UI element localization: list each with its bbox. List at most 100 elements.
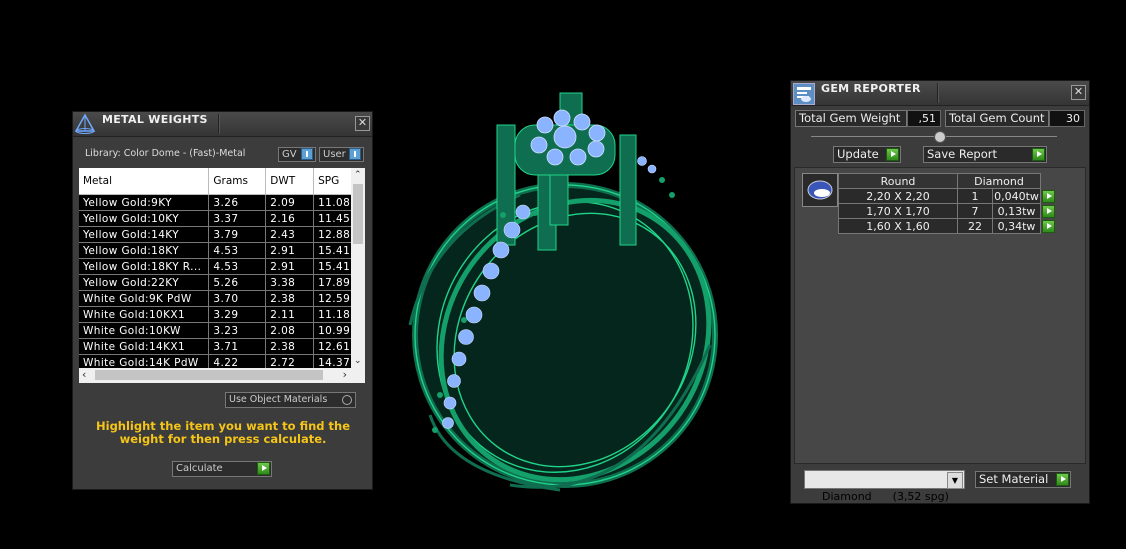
shank-gem bbox=[465, 306, 483, 324]
update-button[interactable]: Update bbox=[833, 146, 901, 163]
gem-report-area: Round Diamond 2,20 X 2,20 1 0,040tw 1,70 X … bbox=[794, 167, 1086, 464]
table-row[interactable]: Yellow Gold:9KY 3.26 2.09 11.08 bbox=[79, 194, 365, 211]
gv-switch-icon bbox=[301, 148, 313, 160]
gem-row-select-icon[interactable] bbox=[1042, 219, 1055, 233]
shank-gem bbox=[443, 396, 457, 410]
col-diamond: Diamond bbox=[957, 173, 1041, 189]
halo-gem bbox=[573, 113, 591, 131]
table-row[interactable]: Yellow Gold:18KY 4.53 2.91 15.41 bbox=[79, 242, 365, 259]
gem-cell: 1,70 X 1,70 bbox=[838, 203, 958, 219]
scroll-right-icon[interactable]: › bbox=[343, 368, 347, 381]
gem-row-select-icon[interactable] bbox=[1042, 189, 1055, 203]
gem-reporter-panel: GEM REPORTER ✕ Total Gem Weight ,51 Tota… bbox=[790, 80, 1090, 504]
table-cell: White Gold:14K PdW bbox=[79, 354, 210, 368]
table-cell: 4.53 bbox=[208, 258, 267, 275]
round-gem-thumbnail bbox=[802, 173, 838, 207]
table-cell: Yellow Gold:14KY bbox=[79, 226, 210, 243]
set-material-label: Set Material bbox=[979, 472, 1049, 486]
halo-gem bbox=[569, 148, 587, 166]
vertical-scrollbar[interactable]: ⌃ ⌄ bbox=[351, 168, 365, 368]
table-cell: 3.71 bbox=[208, 338, 267, 355]
shank-gem bbox=[515, 204, 531, 220]
halo-gem bbox=[546, 148, 564, 166]
halo-gem bbox=[530, 136, 548, 154]
gv-toggle[interactable]: GV bbox=[278, 147, 316, 162]
close-button[interactable]: ✕ bbox=[355, 116, 370, 131]
table-cell: 2.38 bbox=[265, 290, 315, 307]
table-row[interactable]: Yellow Gold:22KY 5.26 3.38 17.89 bbox=[79, 274, 365, 291]
table-row[interactable]: White Gold:10KX1 3.29 2.11 11.18 bbox=[79, 306, 365, 323]
gem-cell: 7 bbox=[957, 203, 993, 219]
library-label: Library: Color Dome - (Fast)-Metal bbox=[85, 148, 246, 159]
table-cell: 2.91 bbox=[265, 258, 315, 275]
material-select[interactable]: Diamond (3,52 spg) ▼ bbox=[804, 470, 965, 503]
gem-cell: 0,34tw bbox=[992, 218, 1041, 234]
gem-row[interactable]: 1,70 X 1,70 7 0,13tw bbox=[838, 203, 1058, 219]
horizontal-scrollbar[interactable]: ‹ › bbox=[79, 368, 365, 383]
table-cell: White Gold:10KX1 bbox=[79, 306, 210, 323]
table-row[interactable]: Yellow Gold:18KY R... 4.53 2.91 15.41 bbox=[79, 258, 365, 275]
table-row[interactable]: Yellow Gold:10KY 3.37 2.16 11.45 bbox=[79, 210, 365, 227]
shank-gem bbox=[473, 284, 491, 302]
use-object-materials-checkbox[interactable]: Use Object Materials bbox=[225, 392, 356, 408]
column-header[interactable]: DWT bbox=[265, 168, 315, 195]
shank-gem bbox=[442, 417, 454, 429]
col-round: Round bbox=[838, 173, 958, 189]
scroll-thumb[interactable] bbox=[353, 184, 363, 244]
table-row[interactable]: White Gold:14K PdW 4.22 2.72 14.37 bbox=[79, 354, 365, 368]
shank-gem bbox=[447, 374, 461, 388]
bead bbox=[500, 212, 506, 218]
metal-weights-titlebar[interactable]: METAL WEIGHTS ✕ bbox=[73, 112, 372, 137]
dropdown-arrow-icon[interactable]: ▼ bbox=[947, 472, 963, 489]
total-gem-count-label: Total Gem Count bbox=[945, 110, 1049, 127]
ring-viewport[interactable] bbox=[390, 85, 730, 505]
gem-reporter-titlebar[interactable]: GEM REPORTER ✕ bbox=[791, 81, 1089, 106]
scroll-down-icon[interactable]: ⌄ bbox=[354, 356, 362, 366]
table-cell: White Gold:14KX1 bbox=[79, 338, 210, 355]
gem-row[interactable]: 2,20 X 2,20 1 0,040tw bbox=[838, 188, 1058, 204]
user-switch-icon bbox=[349, 148, 361, 160]
gem-row-select-icon[interactable] bbox=[1042, 204, 1055, 218]
table-cell: 4.53 bbox=[208, 242, 267, 259]
set-material-button[interactable]: Set Material bbox=[975, 471, 1071, 488]
table-row[interactable]: White Gold:10KW 3.23 2.08 10.99 bbox=[79, 322, 365, 339]
calculate-button[interactable]: Calculate bbox=[172, 461, 272, 477]
user-toggle[interactable]: User bbox=[319, 147, 364, 162]
column-header[interactable]: Grams bbox=[208, 168, 267, 195]
metal-table[interactable]: Metal Grams DWT SPG Yellow Gold:9KY 3.26 2.09… bbox=[79, 168, 365, 368]
metal-weights-panel: METAL WEIGHTS ✕ Library: Color Dome - (F… bbox=[72, 111, 373, 490]
save-report-button[interactable]: Save Report bbox=[923, 146, 1047, 163]
gem-cell: 1 bbox=[957, 188, 993, 204]
gem-table[interactable]: Round Diamond 2,20 X 2,20 1 0,040tw 1,70 X … bbox=[838, 173, 1058, 234]
gem-cell: 0,040tw bbox=[992, 188, 1041, 204]
halo-gem bbox=[587, 140, 605, 158]
table-cell: Yellow Gold:22KY bbox=[79, 274, 210, 291]
table-cell: 2.16 bbox=[265, 210, 315, 227]
center-gem bbox=[553, 125, 577, 149]
slider-knob[interactable] bbox=[934, 131, 946, 143]
play-arrow-icon bbox=[886, 148, 899, 161]
bead bbox=[432, 427, 438, 433]
table-row[interactable]: Yellow Gold:14KY 3.79 2.43 12.88 bbox=[79, 226, 365, 243]
close-button[interactable]: ✕ bbox=[1071, 85, 1086, 100]
scroll-up-icon[interactable]: ⌃ bbox=[354, 170, 362, 180]
table-row[interactable]: White Gold:14KX1 3.71 2.38 12.61 bbox=[79, 338, 365, 355]
table-cell: 3.70 bbox=[208, 290, 267, 307]
update-label: Update bbox=[837, 147, 879, 161]
table-cell: 2.38 bbox=[265, 338, 315, 355]
table-row[interactable]: White Gold:9K PdW 3.70 2.38 12.59 bbox=[79, 290, 365, 307]
gem-cell: 2,20 X 2,20 bbox=[838, 188, 958, 204]
shank-gem bbox=[637, 156, 647, 166]
bead bbox=[669, 192, 675, 198]
gem-row[interactable]: 1,60 X 1,60 22 0,34tw bbox=[838, 218, 1058, 234]
table-cell: 2.08 bbox=[265, 322, 315, 339]
table-cell: 2.43 bbox=[265, 226, 315, 243]
gem-cell: 1,60 X 1,60 bbox=[838, 218, 958, 234]
play-arrow-icon bbox=[1032, 148, 1045, 161]
table-cell: 2.11 bbox=[265, 306, 315, 323]
hscroll-thumb[interactable] bbox=[95, 370, 323, 380]
column-header[interactable]: Metal bbox=[79, 168, 210, 195]
table-cell: 5.26 bbox=[208, 274, 267, 291]
scroll-left-icon[interactable]: ‹ bbox=[82, 368, 86, 381]
bead bbox=[437, 392, 443, 398]
